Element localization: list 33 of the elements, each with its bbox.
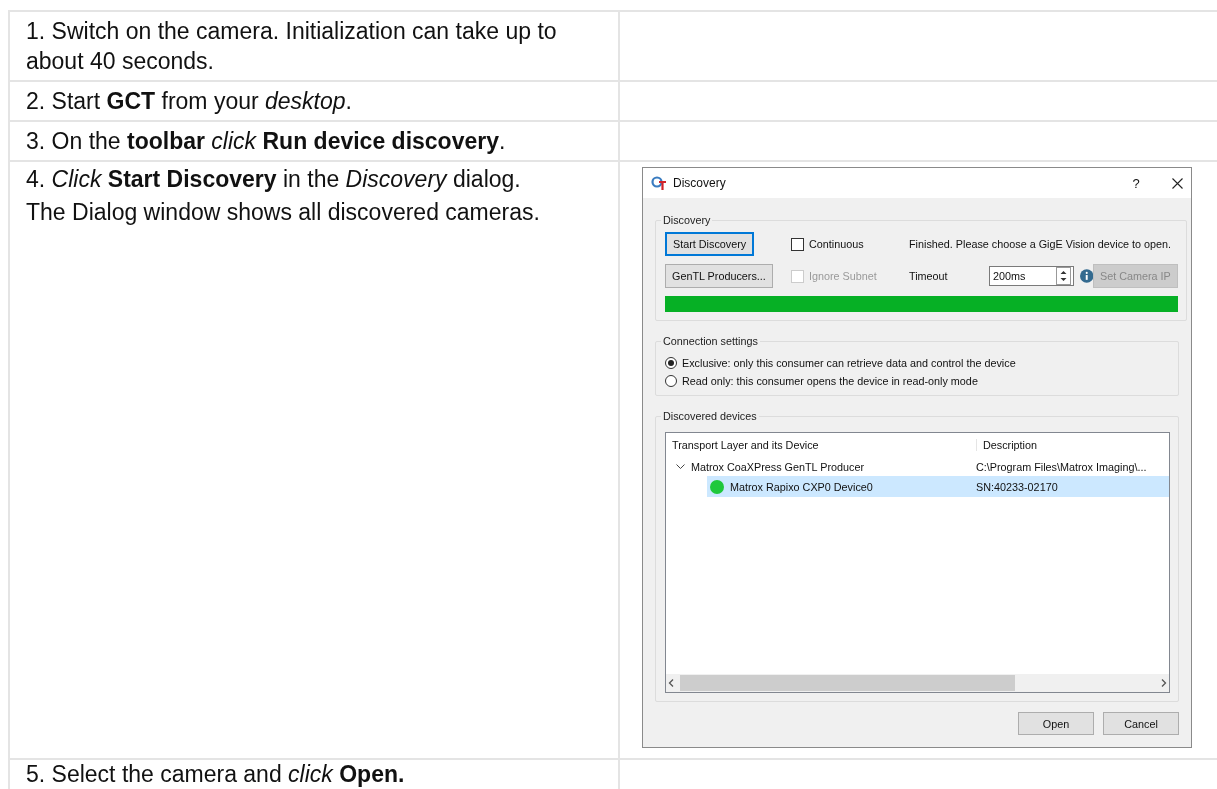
spin-arrows-icon[interactable] xyxy=(1055,267,1071,285)
help-button[interactable]: ? xyxy=(1124,175,1148,191)
producers-button[interactable]: GenTL Producers... xyxy=(665,264,773,288)
group-title: Discovery xyxy=(662,214,712,226)
timeout-spinbox[interactable]: 200ms xyxy=(989,266,1074,286)
group-title: Discovered devices xyxy=(662,410,758,422)
step-text: The Dialog window shows all discovered cameras. xyxy=(26,198,541,227)
dialog-button[interactable]: Open xyxy=(1018,712,1094,735)
step-text: 2. Start GCT from your desktop. xyxy=(26,87,353,116)
radio-button[interactable] xyxy=(665,375,677,387)
radio-button[interactable] xyxy=(665,357,677,369)
horizontal-scrollbar[interactable] xyxy=(666,674,1169,692)
close-icon[interactable] xyxy=(1172,177,1183,189)
dialog-title: Discovery xyxy=(673,176,727,190)
tree-row[interactable]: Matrox Rapixo CXP0 Device0 SN:40233-02170 xyxy=(707,476,1169,497)
info-icon[interactable] xyxy=(1079,269,1093,283)
column-header[interactable]: Description xyxy=(976,439,1169,451)
radio-label[interactable]: Read only: this consumer opens the device in read-only mode xyxy=(682,375,978,387)
start-discovery-button[interactable]: Start Discovery xyxy=(665,232,755,256)
radio-label[interactable]: Exclusive: only this consumer can retrieve data and control the device xyxy=(682,357,1016,369)
group-title: Connection settings xyxy=(662,335,759,347)
timeout-label: Timeout xyxy=(909,270,949,282)
dialog-button[interactable]: Cancel xyxy=(1103,712,1179,735)
step-text: 1. Switch on the camera. Initialization can take up to about 40 seconds. xyxy=(26,17,558,76)
step-text: 5. Select the camera and click Open. xyxy=(26,761,406,787)
tree-row[interactable]: Matrox CoaXPress GenTL Producer C:\Program Files\Matrox Imaging\... xyxy=(666,457,1169,476)
status-text: Finished. Please choose a GigE Vision device to open. xyxy=(909,238,1173,250)
step-text: 3. On the toolbar click Run device discovery. xyxy=(26,127,507,156)
chevron-icon[interactable] xyxy=(676,463,685,470)
app-logo-icon xyxy=(651,176,667,190)
column-header[interactable]: Transport Layer and its Device xyxy=(666,439,976,451)
step-text: 4. Click Start Discovery in the Discovery dialog. xyxy=(26,165,522,194)
continuous-checkbox[interactable]: Continuous xyxy=(791,237,864,251)
